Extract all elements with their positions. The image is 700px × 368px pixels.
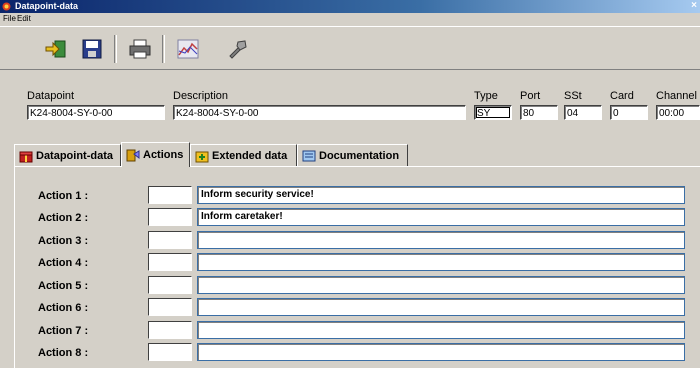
- exit-icon: [45, 40, 66, 58]
- chart-button[interactable]: [172, 35, 204, 63]
- port-field[interactable]: 80: [520, 105, 558, 120]
- action-label: Action 4 :: [38, 257, 89, 269]
- datapoint-label: Datapoint: [27, 90, 75, 102]
- action-text-field[interactable]: [197, 231, 685, 249]
- card-label: Card: [610, 90, 634, 102]
- action-text-field[interactable]: [197, 253, 685, 271]
- action-code-field[interactable]: [148, 208, 192, 226]
- menu-file[interactable]: File: [3, 14, 16, 23]
- save-icon: [82, 39, 102, 59]
- action-code-field[interactable]: [148, 231, 192, 249]
- save-button[interactable]: [76, 35, 108, 63]
- tab-datapoint-data-label: Datapoint-data: [36, 149, 113, 162]
- channel-field[interactable]: 00:00: [656, 105, 700, 120]
- action-label: Action 8 :: [38, 347, 89, 359]
- action-text-field[interactable]: [197, 321, 685, 339]
- action-code-field[interactable]: [148, 343, 192, 361]
- action-text-field[interactable]: Inform caretaker!: [197, 208, 685, 226]
- sst-label: SSt: [564, 90, 582, 102]
- tab-datapoint-data[interactable]: Datapoint-data: [14, 144, 121, 166]
- action-label: Action 2 :: [38, 212, 89, 224]
- port-label: Port: [520, 90, 541, 102]
- print-icon: [129, 39, 151, 59]
- action-code-field[interactable]: [148, 276, 192, 294]
- action-label: Action 3 :: [38, 235, 89, 247]
- tab-extended-data[interactable]: Extended data: [190, 144, 297, 166]
- action-text-field[interactable]: [197, 276, 685, 294]
- action-code-field[interactable]: [148, 298, 192, 316]
- title-bar: Datapoint-data ×: [0, 0, 700, 13]
- documentation-icon: [302, 150, 316, 161]
- tools-button[interactable]: [222, 35, 254, 63]
- action-text-field[interactable]: Inform security service!: [197, 186, 685, 204]
- action-label: Action 6 :: [38, 302, 89, 314]
- action-label: Action 5 :: [38, 280, 89, 292]
- app-icon: [2, 2, 11, 11]
- action-code-field[interactable]: [148, 253, 192, 271]
- action-text-field[interactable]: [197, 298, 685, 316]
- tab-extended-data-label: Extended data: [212, 149, 288, 162]
- gift-icon: [19, 151, 33, 162]
- plus-folder-icon: [195, 151, 209, 162]
- toolbar-separator: [114, 35, 117, 63]
- tab-actions-label: Actions: [143, 149, 184, 161]
- description-field[interactable]: K24-8004-SY-0-00: [173, 105, 466, 120]
- type-label: Type: [474, 90, 498, 102]
- toolbar-separator: [162, 35, 165, 63]
- toolbar: [0, 26, 700, 70]
- action-label: Action 7 :: [38, 325, 89, 337]
- type-field[interactable]: SY: [474, 105, 512, 120]
- action-label: Action 1 :: [38, 190, 89, 202]
- window-title: Datapoint-data: [15, 1, 78, 11]
- card-field[interactable]: 0: [610, 105, 648, 120]
- print-button[interactable]: [124, 35, 156, 63]
- tools-icon: [229, 40, 247, 59]
- description-label: Description: [173, 90, 229, 102]
- tab-actions[interactable]: Actions: [121, 142, 190, 167]
- menu-bar: File Edit: [0, 13, 700, 25]
- header-fields: Datapoint K24-8004-SY-0-00 Description K…: [0, 80, 700, 128]
- channel-label: Channel: [656, 90, 697, 102]
- menu-edit[interactable]: Edit: [17, 14, 31, 23]
- actions-icon: [126, 149, 140, 162]
- action-text-field[interactable]: [197, 343, 685, 361]
- chart-icon: [177, 39, 199, 59]
- tab-documentation[interactable]: Documentation: [297, 144, 408, 166]
- datapoint-field[interactable]: K24-8004-SY-0-00: [27, 105, 165, 120]
- sst-field[interactable]: 04: [564, 105, 602, 120]
- action-code-field[interactable]: [148, 321, 192, 339]
- tab-documentation-label: Documentation: [319, 149, 400, 162]
- action-code-field[interactable]: [148, 186, 192, 204]
- close-icon[interactable]: ×: [691, 0, 697, 11]
- exit-button[interactable]: [40, 35, 72, 63]
